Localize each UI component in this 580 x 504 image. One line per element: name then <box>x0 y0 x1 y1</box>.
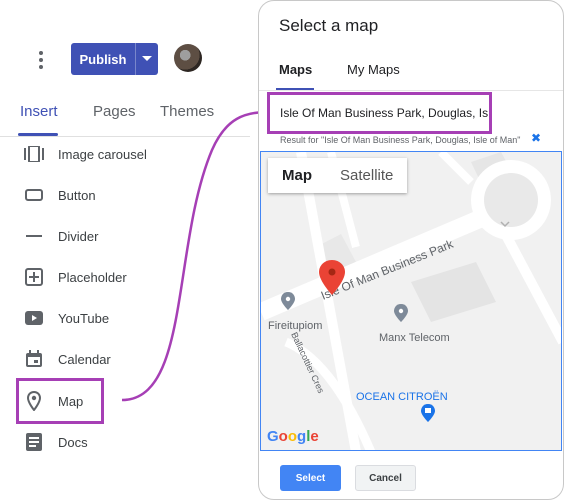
sidebar-item-calendar[interactable]: Calendar <box>0 339 250 379</box>
tab-maps[interactable]: Maps <box>279 62 312 77</box>
map-item-highlight <box>16 378 104 424</box>
publish-label: Publish <box>79 51 127 67</box>
sidebar-item-image-carousel[interactable]: Image carousel <box>0 134 250 174</box>
placeholder-icon <box>23 266 45 288</box>
chevron-down-icon[interactable] <box>136 56 158 62</box>
map-search-box <box>267 92 492 134</box>
google-logo: Google <box>267 428 319 445</box>
calendar-icon <box>23 348 45 370</box>
clear-result-icon[interactable]: ✖ <box>531 131 541 145</box>
sidebar-item-label: Placeholder <box>58 269 127 285</box>
sidebar-item-youtube[interactable]: YouTube <box>0 298 250 338</box>
search-result-text: Result for "Isle Of Man Business Park, D… <box>280 135 521 145</box>
tab-my-maps[interactable]: My Maps <box>347 62 400 77</box>
select-button[interactable]: Select <box>280 465 341 491</box>
select-map-dialog: Select a map Maps My Maps Result for "Is… <box>258 0 564 500</box>
docs-icon <box>23 431 45 453</box>
image-carousel-icon <box>23 143 45 165</box>
poi-label: OCEAN CITROËN <box>356 391 448 403</box>
sidebar-item-label: Docs <box>58 434 88 450</box>
map-search-input[interactable] <box>270 106 488 120</box>
tab-insert[interactable]: Insert <box>20 103 58 120</box>
map-type-toggle: Map Satellite <box>268 158 408 193</box>
sidebar-item-label: Calendar <box>58 351 111 367</box>
cancel-button[interactable]: Cancel <box>355 465 416 491</box>
publish-button[interactable]: Publish <box>71 43 158 75</box>
sidebar-item-divider[interactable]: Divider <box>0 216 250 256</box>
map-view-button[interactable]: Map <box>268 158 326 193</box>
divider-icon <box>23 225 45 247</box>
more-vert-icon[interactable] <box>36 51 46 71</box>
poi-label: Manx Telecom <box>379 332 450 344</box>
sidebar-item-placeholder[interactable]: Placeholder <box>0 257 250 297</box>
button-icon <box>23 184 45 206</box>
avatar[interactable] <box>174 44 202 72</box>
sidebar-item-label: Image carousel <box>58 146 147 162</box>
tabs-divider <box>259 90 563 91</box>
sidebar-item-button[interactable]: Button <box>0 175 250 215</box>
satellite-view-button[interactable]: Satellite <box>326 158 407 193</box>
tab-pages[interactable]: Pages <box>93 103 136 120</box>
map-view[interactable]: Isle Of Man Business Park Ballacottier C… <box>260 151 562 451</box>
sidebar-item-label: YouTube <box>58 310 110 326</box>
youtube-icon <box>23 307 45 329</box>
dialog-title: Select a map <box>279 16 379 35</box>
tab-themes[interactable]: Themes <box>160 103 214 120</box>
sidebar-item-label: Button <box>58 187 96 203</box>
poi-label: Fireitupiom <box>268 320 322 332</box>
sidebar-item-docs[interactable]: Docs <box>0 422 250 462</box>
sidebar-item-label: Divider <box>58 228 99 244</box>
